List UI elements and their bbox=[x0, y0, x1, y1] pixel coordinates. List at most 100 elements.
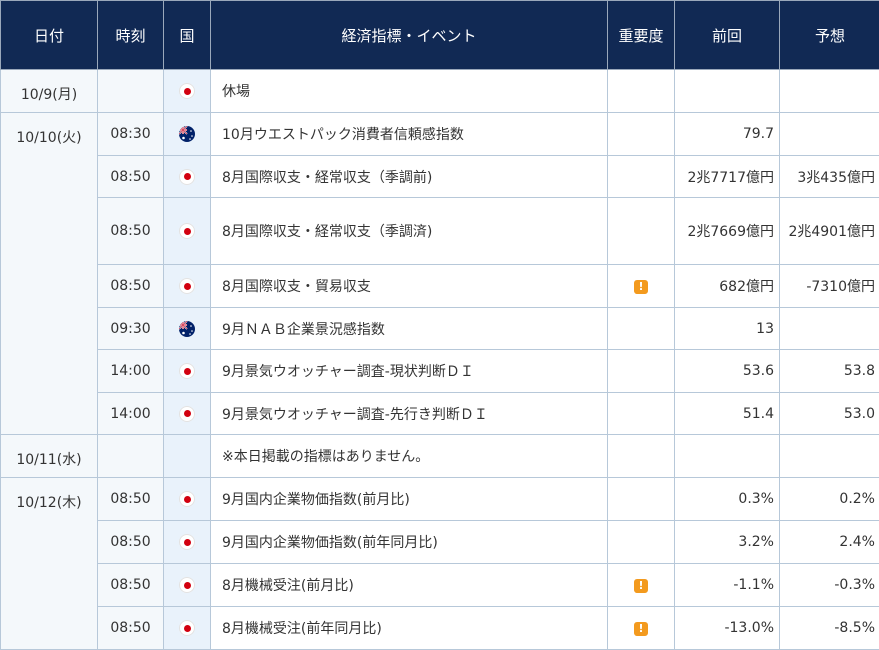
header-previous: 前回 bbox=[675, 1, 780, 70]
event-cell: 9月ＮＡＢ企業景況感指数 bbox=[211, 308, 608, 350]
japan-flag-icon bbox=[179, 83, 195, 99]
importance-cell bbox=[608, 156, 675, 198]
table-row: 08:50 8月国際収支・経常収支（季調済) 2兆7669億円 2兆4901億円 bbox=[1, 198, 879, 265]
country-cell bbox=[164, 607, 211, 650]
country-cell bbox=[164, 70, 211, 113]
header-country: 国 bbox=[164, 1, 211, 70]
header-importance: 重要度 bbox=[608, 1, 675, 70]
table-row: 08:50 8月機械受注(前月比) ! -1.1% -0.3% bbox=[1, 564, 879, 607]
table-row: 10/12(木) 08:50 9月国内企業物価指数(前月比) 0.3% 0.2% bbox=[1, 478, 879, 521]
table-row: 08:50 9月国内企業物価指数(前年同月比) 3.2% 2.4% bbox=[1, 521, 879, 564]
table-row: 10/11(水) ※本日掲載の指標はありません。 bbox=[1, 435, 879, 478]
header-event: 経済指標・イベント bbox=[211, 1, 608, 70]
country-cell bbox=[164, 478, 211, 521]
forecast-cell: -8.5% bbox=[780, 607, 879, 650]
date-cell: 10/11(水) bbox=[1, 435, 98, 478]
time-cell: 08:50 bbox=[98, 607, 164, 650]
previous-cell bbox=[675, 70, 780, 113]
previous-cell: 2兆7717億円 bbox=[675, 156, 780, 198]
time-cell: 14:00 bbox=[98, 350, 164, 393]
country-cell bbox=[164, 435, 211, 478]
time-cell: 08:50 bbox=[98, 265, 164, 308]
previous-cell: 53.6 bbox=[675, 350, 780, 393]
country-cell bbox=[164, 156, 211, 198]
table-row: 08:50 8月国際収支・経常収支（季調前) 2兆7717億円 3兆435億円 bbox=[1, 156, 879, 198]
time-cell: 08:50 bbox=[98, 521, 164, 564]
importance-cell bbox=[608, 113, 675, 156]
japan-flag-icon bbox=[179, 363, 195, 379]
forecast-cell: -7310億円 bbox=[780, 265, 879, 308]
previous-cell: 0.3% bbox=[675, 478, 780, 521]
time-cell bbox=[98, 435, 164, 478]
previous-cell: 2兆7669億円 bbox=[675, 198, 780, 265]
importance-cell bbox=[608, 308, 675, 350]
forecast-cell: 3兆435億円 bbox=[780, 156, 879, 198]
time-cell: 08:50 bbox=[98, 478, 164, 521]
event-cell: ※本日掲載の指標はありません。 bbox=[211, 435, 608, 478]
japan-flag-icon bbox=[179, 169, 195, 185]
importance-cell bbox=[608, 70, 675, 113]
event-cell: 10月ウエストパック消費者信頼感指数 bbox=[211, 113, 608, 156]
previous-cell: 3.2% bbox=[675, 521, 780, 564]
country-cell bbox=[164, 198, 211, 265]
previous-cell: -13.0% bbox=[675, 607, 780, 650]
forecast-cell: 0.2% bbox=[780, 478, 879, 521]
table-row: 10/10(火) 08:30 10月ウエストパック消費者信頼感指数 79.7 bbox=[1, 113, 879, 156]
importance-cell bbox=[608, 478, 675, 521]
time-cell: 08:50 bbox=[98, 564, 164, 607]
forecast-cell: 53.8 bbox=[780, 350, 879, 393]
event-cell: 休場 bbox=[211, 70, 608, 113]
importance-cell bbox=[608, 393, 675, 435]
time-cell: 14:00 bbox=[98, 393, 164, 435]
date-cell: 10/9(月) bbox=[1, 70, 98, 113]
previous-cell: 51.4 bbox=[675, 393, 780, 435]
country-cell bbox=[164, 265, 211, 308]
date-cell: 10/10(火) bbox=[1, 113, 98, 435]
important-warning-icon: ! bbox=[634, 579, 648, 593]
time-cell: 09:30 bbox=[98, 308, 164, 350]
japan-flag-icon bbox=[179, 620, 195, 636]
event-cell: 9月景気ウオッチャー調査-先行き判断ＤＩ bbox=[211, 393, 608, 435]
header-time: 時刻 bbox=[98, 1, 164, 70]
importance-cell: ! bbox=[608, 564, 675, 607]
table-row: 08:50 8月機械受注(前年同月比) ! -13.0% -8.5% bbox=[1, 607, 879, 650]
australia-flag-icon bbox=[179, 321, 195, 337]
time-cell: 08:50 bbox=[98, 198, 164, 265]
forecast-cell: 2.4% bbox=[780, 521, 879, 564]
date-cell: 10/12(木) bbox=[1, 478, 98, 650]
header-date: 日付 bbox=[1, 1, 98, 70]
japan-flag-icon bbox=[179, 223, 195, 239]
event-cell: 8月国際収支・貿易収支 bbox=[211, 265, 608, 308]
table-row: 09:30 9月ＮＡＢ企業景況感指数 13 bbox=[1, 308, 879, 350]
event-cell: 9月景気ウオッチャー調査-現状判断ＤＩ bbox=[211, 350, 608, 393]
previous-cell bbox=[675, 435, 780, 478]
economic-calendar-table: 日付 時刻 国 経済指標・イベント 重要度 前回 予想 10/9(月) 休場 1… bbox=[0, 0, 879, 650]
time-cell bbox=[98, 70, 164, 113]
country-cell bbox=[164, 521, 211, 564]
japan-flag-icon bbox=[179, 278, 195, 294]
importance-cell bbox=[608, 435, 675, 478]
japan-flag-icon bbox=[179, 577, 195, 593]
country-cell bbox=[164, 393, 211, 435]
table-row: 14:00 9月景気ウオッチャー調査-現状判断ＤＩ 53.6 53.8 bbox=[1, 350, 879, 393]
previous-cell: 79.7 bbox=[675, 113, 780, 156]
event-cell: 8月国際収支・経常収支（季調済) bbox=[211, 198, 608, 265]
forecast-cell bbox=[780, 308, 879, 350]
country-cell bbox=[164, 308, 211, 350]
forecast-cell bbox=[780, 435, 879, 478]
importance-cell bbox=[608, 521, 675, 564]
event-cell: 8月国際収支・経常収支（季調前) bbox=[211, 156, 608, 198]
country-cell bbox=[164, 113, 211, 156]
forecast-cell bbox=[780, 113, 879, 156]
japan-flag-icon bbox=[179, 491, 195, 507]
previous-cell: -1.1% bbox=[675, 564, 780, 607]
australia-flag-icon bbox=[179, 126, 195, 142]
forecast-cell: -0.3% bbox=[780, 564, 879, 607]
forecast-cell: 2兆4901億円 bbox=[780, 198, 879, 265]
table-row: 14:00 9月景気ウオッチャー調査-先行き判断ＤＩ 51.4 53.0 bbox=[1, 393, 879, 435]
important-warning-icon: ! bbox=[634, 280, 648, 294]
japan-flag-icon bbox=[179, 406, 195, 422]
previous-cell: 13 bbox=[675, 308, 780, 350]
time-cell: 08:50 bbox=[98, 156, 164, 198]
country-cell bbox=[164, 350, 211, 393]
